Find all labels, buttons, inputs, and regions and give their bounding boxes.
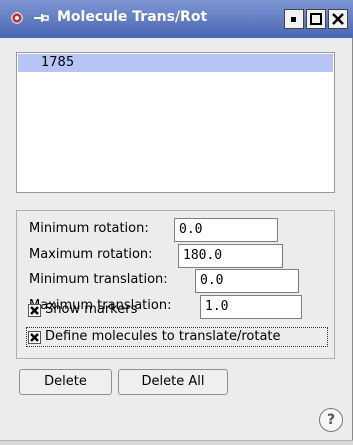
- pin-icon[interactable]: [33, 12, 49, 24]
- max-rotation-field[interactable]: 180.0: [178, 244, 283, 268]
- title-bar[interactable]: Molecule Trans/Rot: [0, 0, 353, 38]
- checkmark-icon: [30, 306, 39, 315]
- close-icon: [332, 13, 344, 25]
- window-title: Molecule Trans/Rot: [57, 9, 208, 25]
- maximize-icon: [310, 13, 322, 25]
- show-markers-label: Show markers: [45, 302, 138, 317]
- molecule-transrot-window: Molecule Trans/Rot 1785 Minimum rotation…: [0, 0, 353, 445]
- horizontal-scrollbar[interactable]: [0, 441, 353, 445]
- checkmark-icon: [30, 333, 39, 342]
- maximize-button[interactable]: [306, 9, 326, 29]
- delete-button[interactable]: Delete: [19, 369, 112, 395]
- show-markers-checkbox[interactable]: [28, 304, 41, 317]
- delete-all-button[interactable]: Delete All: [118, 369, 228, 395]
- define-molecules-checkbox[interactable]: [28, 331, 41, 344]
- list-item[interactable]: 1785: [18, 54, 333, 72]
- close-button[interactable]: [328, 9, 348, 29]
- max-rotation-label: Maximum rotation:: [29, 247, 153, 262]
- help-button[interactable]: ?: [319, 408, 343, 432]
- molecule-list[interactable]: 1785: [16, 52, 335, 193]
- app-icon[interactable]: [11, 12, 23, 24]
- min-translation-label: Minimum translation:: [29, 272, 168, 287]
- min-rotation-label: Minimum rotation:: [29, 221, 149, 236]
- min-rotation-field[interactable]: 0.0: [174, 218, 278, 242]
- define-molecules-label: Define molecules to translate/rotate: [45, 329, 281, 344]
- max-translation-field[interactable]: 1.0: [200, 295, 302, 319]
- minimize-button[interactable]: [284, 9, 304, 29]
- minimize-icon: [291, 17, 296, 22]
- min-translation-field[interactable]: 0.0: [195, 269, 299, 293]
